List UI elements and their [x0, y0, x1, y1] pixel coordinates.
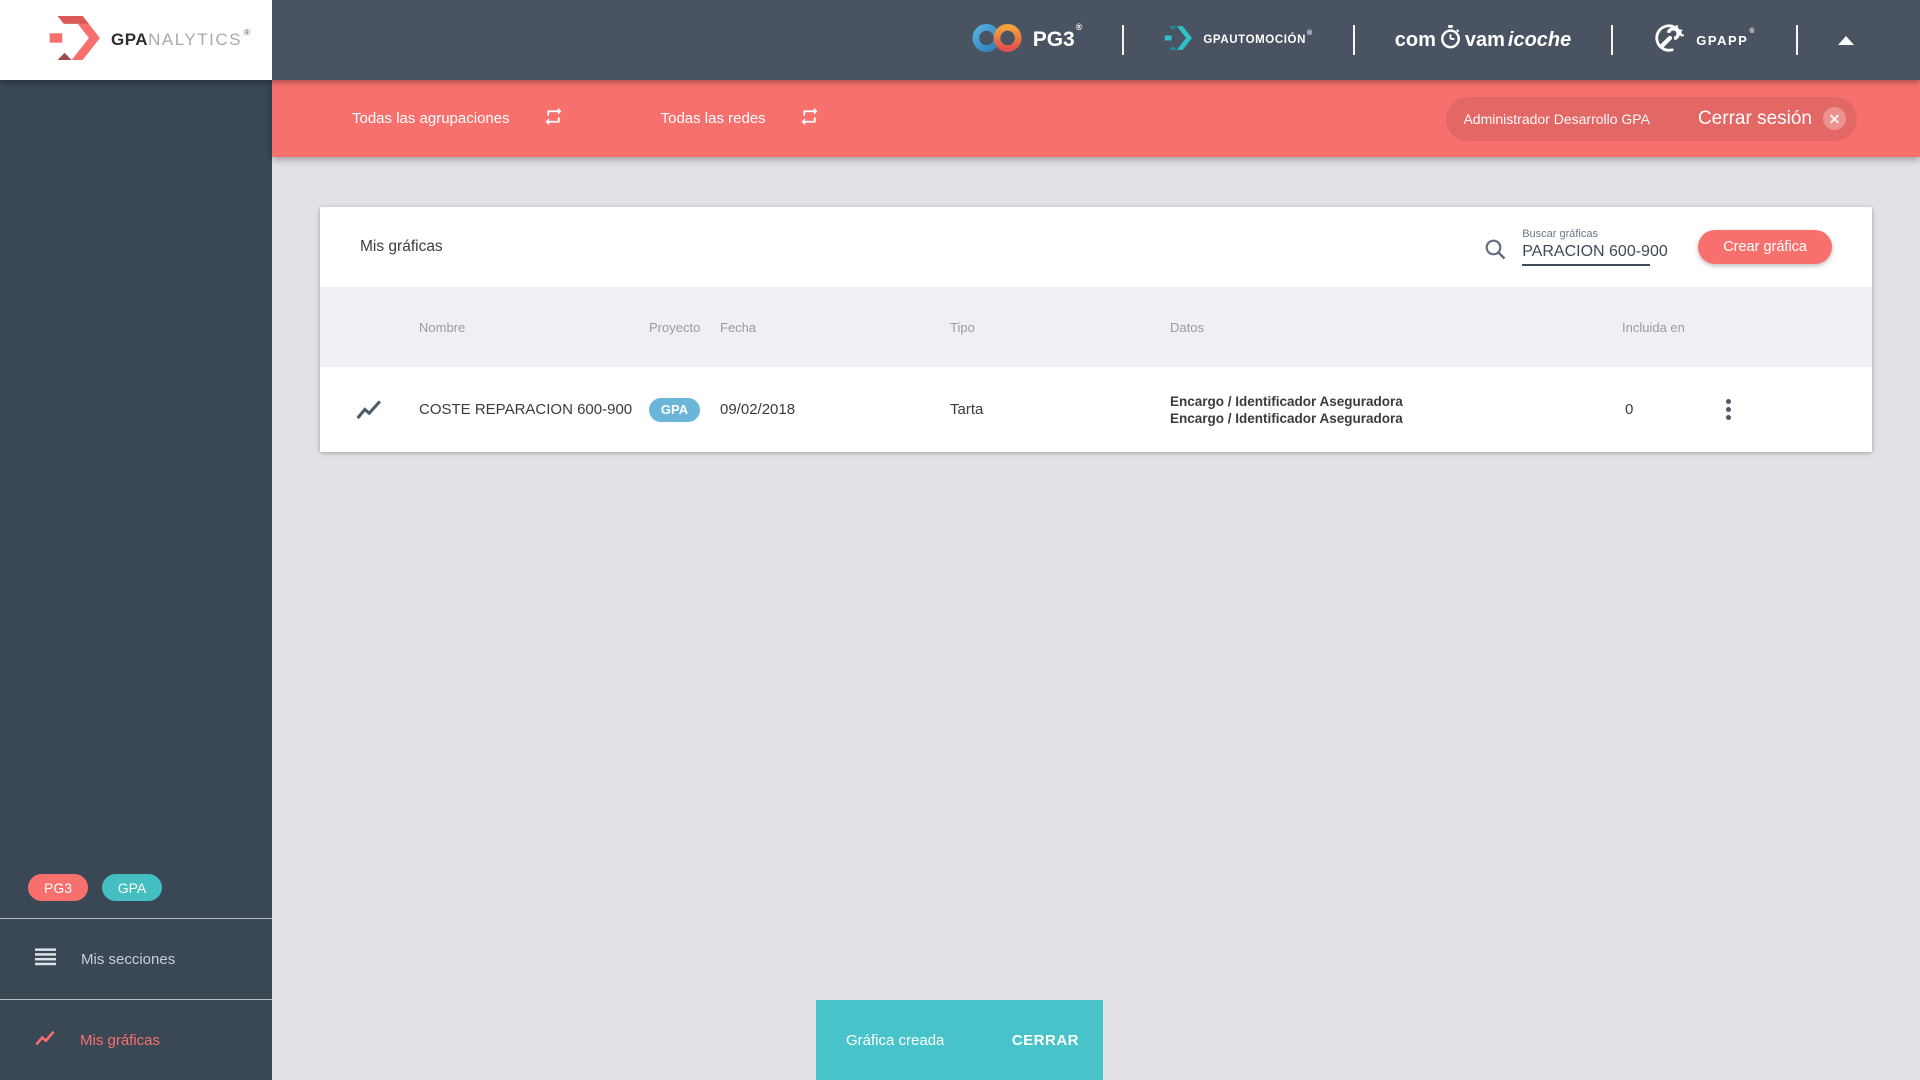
filter-bar: Todas las agrupaciones Todas las redes A…	[272, 80, 1920, 157]
row-included-count: 0	[1625, 401, 1634, 418]
snackbar-message: Gráfica creada	[846, 1031, 945, 1049]
stopwatch-icon	[1439, 24, 1462, 56]
search-icon[interactable]	[1484, 238, 1507, 266]
row-project-cell: GPA	[649, 397, 720, 422]
row-chart-name: COSTE REPARACION 600-900	[419, 401, 633, 418]
row-date: 09/02/2018	[720, 401, 796, 418]
swap-repeat-icon[interactable]	[799, 106, 820, 132]
snackbar: Gráfica creada CERRAR	[816, 1000, 1103, 1080]
row-data-line: Encargo / Identificador Aseguradora	[1170, 393, 1403, 409]
gpautomocion-arrow-icon	[1164, 25, 1193, 55]
sidebar-item-label: Mis gráficas	[80, 1031, 161, 1049]
networks-filter-label: Todas las redes	[660, 110, 766, 127]
column-header-incluida-en: Incluida en	[1622, 319, 1685, 335]
gpapp-logo[interactable]: GPAPP®	[1653, 22, 1756, 59]
swap-repeat-icon[interactable]	[543, 106, 564, 132]
row-data-line: Encargo / Identificador Aseguradora	[1170, 410, 1403, 426]
brand-registered-mark: ®	[243, 28, 251, 37]
sidebar-item-mis-secciones[interactable]: Mis secciones	[0, 918, 272, 999]
sidebar-badge-pg3[interactable]: PG3	[28, 874, 88, 901]
networks-filter-select[interactable]: Todas las redes	[661, 106, 820, 132]
snackbar-close-button[interactable]: CERRAR	[1002, 1024, 1089, 1057]
my-charts-card: Mis gráficas Buscar gráficas PARACION 60…	[320, 207, 1872, 452]
header-app-links: PG3® GPAUTOMOCIÓN® com vam icoche GPAPP®	[972, 0, 1920, 80]
gpapp-wrench-gauge-icon	[1653, 22, 1685, 59]
header-divider	[1796, 25, 1798, 55]
line-chart-icon	[35, 1028, 55, 1053]
comvamicoche-vam-label: vam	[1464, 28, 1505, 51]
pg3-logo[interactable]: PG3®	[972, 21, 1083, 60]
search-input[interactable]: PARACION 600-900	[1522, 243, 1668, 266]
menu-hamburger-icon	[35, 947, 56, 971]
brand-wordmark: GPA NALYTICS ®	[111, 28, 251, 50]
pg3-infinity-icon	[972, 21, 1022, 60]
create-chart-button[interactable]: Crear gráfica	[1698, 230, 1832, 264]
sidebar-bottom-section: PG3 GPA Mis secciones Mis gráficas	[0, 874, 272, 1080]
close-session-icon	[1823, 107, 1846, 130]
gpautomocion-label: GPAUTOMOCIÓN®	[1203, 30, 1313, 46]
search-area: Buscar gráficas PARACION 600-900 Crear g…	[1484, 228, 1832, 266]
sidebar-item-label: Mis secciones	[81, 950, 176, 968]
project-badge: GPA	[649, 397, 700, 422]
row-chart-type-icon	[320, 398, 419, 422]
column-header-fecha: Fecha	[720, 319, 757, 335]
logout-label: Cerrar sesión	[1697, 107, 1812, 129]
header-divider	[1352, 25, 1355, 55]
row-data-fields: Encargo / Identificador Aseguradora Enca…	[1170, 393, 1622, 427]
pg3-label: PG3®	[1032, 22, 1083, 51]
logged-user-name: Administrador Desarrollo GPA	[1463, 110, 1650, 127]
sidebar: PG3 GPA Mis secciones Mis gráficas	[0, 80, 272, 1080]
logout-button[interactable]: Cerrar sesión	[1698, 107, 1846, 130]
column-header-datos: Datos	[1170, 319, 1204, 335]
header-divider	[1611, 25, 1614, 55]
gpapp-label: GPAPP®	[1696, 27, 1756, 48]
card-header: Mis gráficas Buscar gráficas PARACION 60…	[320, 207, 1872, 287]
pg3-registered-mark: ®	[1075, 22, 1083, 32]
groupings-filter-label: Todas las agrupaciones	[352, 110, 510, 127]
top-header: GPA NALYTICS ® PG3® GPAUTOMOCIÓN® com va…	[0, 0, 1920, 80]
comvamicoche-logo[interactable]: com vam icoche	[1394, 24, 1572, 56]
gpautomocion-logo[interactable]: GPAUTOMOCIÓN®	[1164, 25, 1313, 55]
page-title: Mis gráficas	[360, 238, 443, 255]
gpapp-registered-mark: ®	[1749, 27, 1756, 35]
comvamicoche-com-label: com	[1394, 28, 1436, 51]
brand-gpa-label: GPA	[111, 30, 149, 49]
search-input-value: PARACION 600-900	[1522, 243, 1668, 260]
search-field[interactable]: Buscar gráficas PARACION 600-900	[1522, 228, 1668, 266]
row-menu-kebab-button[interactable]	[1720, 395, 1737, 424]
column-header-nombre: Nombre	[419, 319, 466, 335]
header-divider	[1122, 25, 1125, 55]
sidebar-badge-gpa[interactable]: GPA	[102, 874, 162, 901]
groupings-filter-select[interactable]: Todas las agrupaciones	[352, 106, 564, 132]
collapse-header-button[interactable]	[1838, 35, 1854, 45]
column-header-proyecto: Proyecto	[649, 319, 701, 335]
search-field-label: Buscar gráficas	[1522, 228, 1598, 240]
sidebar-badges: PG3 GPA	[0, 874, 272, 918]
table-row[interactable]: COSTE REPARACION 600-900 GPA 09/02/2018 …	[320, 367, 1872, 452]
sidebar-item-mis-graficas[interactable]: Mis gráficas	[0, 999, 272, 1080]
table-header: Nombre Proyecto Fecha Tipo Datos Incluid…	[320, 287, 1872, 367]
comvamicoche-icoche-label: icoche	[1507, 28, 1572, 51]
brand-nalytics-label: NALYTICS	[148, 30, 242, 49]
row-chart-type: Tarta	[950, 401, 984, 418]
column-header-tipo: Tipo	[950, 319, 975, 335]
gpa-analytics-arrow-icon	[48, 15, 100, 65]
user-session-pill: Administrador Desarrollo GPA Cerrar sesi…	[1446, 96, 1857, 141]
brand-logo: GPA NALYTICS ®	[0, 0, 272, 80]
gpautomocion-registered-mark: ®	[1306, 30, 1313, 37]
row-actions-cell	[1716, 395, 1872, 424]
